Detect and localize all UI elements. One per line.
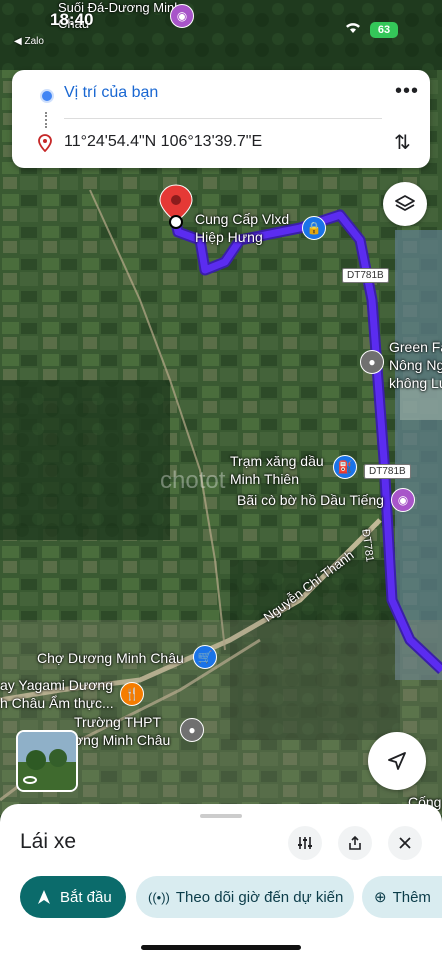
street-view-thumbnail[interactable] <box>16 730 78 792</box>
status-bar: 18:40 ◀ Zalo 63 <box>0 0 442 52</box>
start-button-label: Bắt đầu <box>60 888 112 906</box>
camera-icon-2[interactable]: ◉ <box>391 488 415 512</box>
mode-title: Lái xe <box>20 830 77 853</box>
back-to-app-link[interactable]: ◀ Zalo <box>14 36 44 47</box>
options-button[interactable] <box>288 826 322 860</box>
add-stop-label: Thêm <box>392 888 431 906</box>
sliders-icon <box>298 837 312 849</box>
place-label-restaurant[interactable]: ay Yagami Dương h Châu Ẩm thực... <box>0 676 118 712</box>
destination-field[interactable]: 11°24'54.4"N 106°13'39.7"E <box>64 133 262 151</box>
status-time: 18:40 <box>50 10 94 29</box>
route-card: Vị trí của bạn 11°24'54.4"N 106°13'39.7"… <box>12 70 430 168</box>
close-button[interactable] <box>388 826 422 860</box>
add-location-icon: ⊕ <box>374 889 387 906</box>
navigation-icon <box>38 890 50 904</box>
swap-icon[interactable]: ⇅ <box>394 130 411 155</box>
place-label-destination[interactable]: Cung Cấp Vlxd Hiệp Hưng <box>195 210 305 246</box>
close-icon <box>399 837 411 849</box>
destination-pin-outline-icon <box>38 134 52 153</box>
wifi-icon <box>344 20 362 37</box>
restaurant-icon[interactable]: 🍴 <box>120 682 144 706</box>
place-label-market[interactable]: Chợ Dương Minh Châu <box>37 649 184 667</box>
road-label-dt781b: DT781B <box>342 268 389 283</box>
share-icon <box>349 835 361 850</box>
bottom-sheet[interactable]: Lái xe Bắt đầu ((•)) Theo dõi giờ đến dự… <box>0 804 442 960</box>
gas-station-icon[interactable]: ⛽ <box>333 455 357 479</box>
navigation-arrow-icon <box>388 752 406 770</box>
track-eta-label: Theo dõi giờ đến dự kiến <box>175 888 344 906</box>
layers-button[interactable] <box>383 182 427 226</box>
share-button[interactable] <box>338 826 372 860</box>
place-label-gas-station[interactable]: Trạm xăng dầu Minh Thiên <box>230 452 340 488</box>
divider <box>64 118 382 119</box>
shopping-bag-icon[interactable]: 🔒 <box>302 216 326 240</box>
origin-field[interactable]: Vị trí của bạn <box>64 84 158 102</box>
generic-place-icon[interactable]: ● <box>360 350 384 374</box>
school-icon[interactable]: ● <box>180 718 204 742</box>
track-eta-button[interactable]: ((•)) Theo dõi giờ đến dự kiến <box>136 876 354 918</box>
layers-icon <box>395 195 415 211</box>
home-indicator[interactable] <box>141 945 301 950</box>
road-label-dt781b-2: DT781B <box>364 464 411 479</box>
more-dots-icon[interactable]: ••• <box>395 80 419 103</box>
action-chips: Bắt đầu ((•)) Theo dõi giờ đến dự kiến ⊕… <box>20 876 442 918</box>
battery-icon: 63 <box>370 22 398 38</box>
route-connector <box>45 112 49 128</box>
my-location-button[interactable] <box>368 732 426 790</box>
origin-dot-icon <box>40 89 54 103</box>
start-button[interactable]: Bắt đầu <box>20 876 126 918</box>
shopping-cart-icon[interactable]: 🛒 <box>193 645 217 669</box>
drag-handle[interactable] <box>200 814 242 818</box>
watermark: chotot <box>160 467 226 494</box>
broadcast-icon: ((•)) <box>148 889 170 905</box>
place-label-green-farm[interactable]: Green Fa Nông Ng không Lu <box>389 338 442 392</box>
place-label-bird-park[interactable]: Bãi cò bờ hồ Dầu Tiếng <box>237 491 384 509</box>
place-label-school[interactable]: Trường THPT ơng Minh Châu <box>74 713 184 749</box>
add-stop-button[interactable]: ⊕ Thêm <box>362 876 442 918</box>
